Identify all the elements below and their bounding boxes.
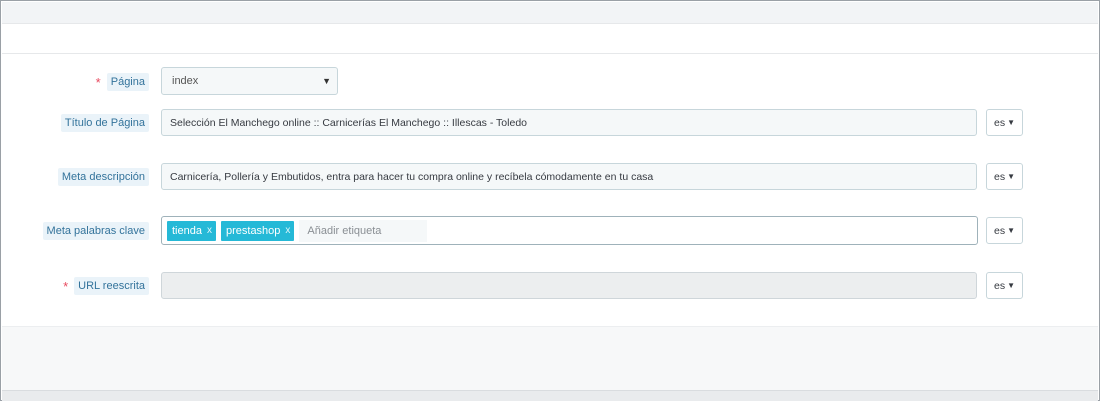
tag-chip[interactable]: prestashop x [220, 220, 295, 241]
keywords-label-wrap: Meta palabras clave [1, 216, 149, 246]
page-select[interactable]: index ▼ [161, 67, 338, 95]
top-toolbar-band [2, 2, 1098, 24]
tag-chip-label: tienda [172, 224, 202, 237]
title-lang-button[interactable]: es ▼ [986, 109, 1023, 136]
tag-chip[interactable]: tienda x [167, 220, 216, 241]
required-mark: * [63, 278, 69, 294]
required-mark: * [95, 74, 101, 90]
url-lang-label: es [993, 279, 1006, 292]
url-label-wrap: * URL reescrita [1, 271, 149, 301]
page-label-wrap: * Página [1, 67, 149, 97]
chevron-down-icon: ▼ [1007, 281, 1015, 290]
description-label: Meta descripción [57, 168, 149, 186]
window-frame: * Página index ▼ Título de Página Selecc… [0, 0, 1100, 401]
add-tag-input[interactable]: Añadir etiqueta [299, 219, 428, 242]
url-lang-button[interactable]: es ▼ [986, 272, 1023, 299]
panel-footer [2, 326, 1098, 391]
description-lang-button[interactable]: es ▼ [986, 163, 1023, 190]
url-input[interactable] [161, 272, 977, 299]
keywords-tag-input[interactable]: tienda x prestashop x Añadir etiqueta [161, 216, 978, 245]
title-label: Título de Página [60, 114, 149, 132]
description-lang-label: es [993, 170, 1006, 183]
title-input-value: Selección El Manchego online :: Carnicer… [170, 116, 527, 129]
bottom-strip [2, 390, 1098, 401]
chevron-down-icon: ▼ [1007, 226, 1015, 235]
page-select-value: index [172, 75, 199, 87]
chevron-down-icon: ▼ [322, 76, 331, 86]
close-icon[interactable]: x [285, 225, 290, 236]
title-lang-label: es [993, 116, 1006, 129]
keywords-label: Meta palabras clave [42, 222, 149, 240]
title-input[interactable]: Selección El Manchego online :: Carnicer… [161, 109, 977, 136]
tag-chip-label: prestashop [225, 224, 281, 237]
title-label-wrap: Título de Página [1, 108, 149, 138]
description-label-wrap: Meta descripción [1, 162, 149, 192]
url-label: URL reescrita [74, 277, 149, 295]
chevron-down-icon: ▼ [1007, 172, 1015, 181]
chevron-down-icon: ▼ [1007, 118, 1015, 127]
description-input-value: Carnicería, Pollería y Embutidos, entra … [170, 170, 654, 183]
keywords-lang-button[interactable]: es ▼ [986, 217, 1023, 244]
keywords-lang-label: es [993, 224, 1006, 237]
panel-header [2, 24, 1098, 54]
close-icon[interactable]: x [207, 225, 212, 236]
page-label: Página [106, 73, 149, 91]
description-input[interactable]: Carnicería, Pollería y Embutidos, entra … [161, 163, 977, 190]
